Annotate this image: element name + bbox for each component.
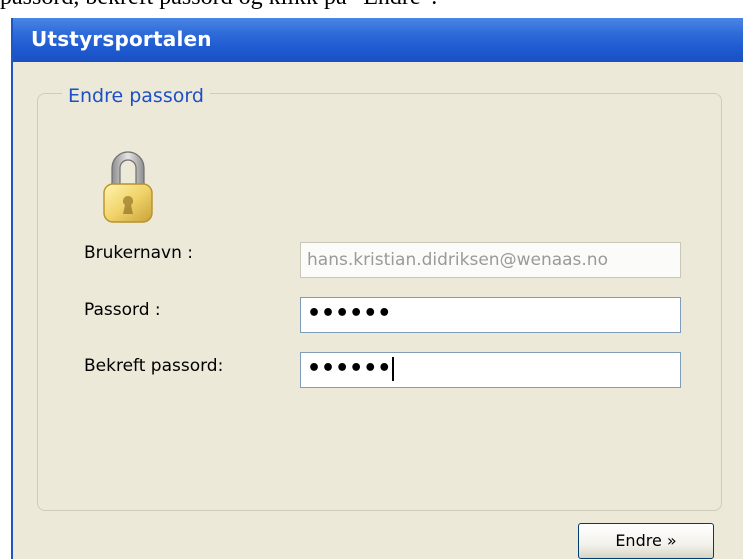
window-title: Utstyrsportalen — [31, 27, 212, 51]
title-bar: Utstyrsportalen — [13, 18, 743, 62]
instruction-caption: passord, bekreft passord og klikk på “En… — [0, 0, 743, 9]
password-label: Passord : — [84, 300, 161, 320]
confirm-password-mask: •••••• — [307, 356, 392, 381]
group-legend: Endre passord — [62, 82, 210, 110]
username-label: Brukernavn : — [84, 243, 193, 263]
confirm-password-field[interactable]: •••••• — [300, 352, 681, 388]
password-field[interactable]: •••••• — [300, 297, 681, 333]
text-caret — [392, 357, 395, 381]
username-field[interactable]: hans.kristian.didriksen@wenaas.no — [300, 242, 681, 278]
endre-button[interactable]: Endre » — [578, 523, 714, 559]
padlock-icon — [103, 151, 153, 223]
confirm-password-label: Bekreft passord: — [84, 356, 224, 376]
password-mask: •••••• — [307, 301, 392, 326]
dialog-window: Utstyrsportalen Endre passord Brukernavn… — [11, 18, 743, 559]
